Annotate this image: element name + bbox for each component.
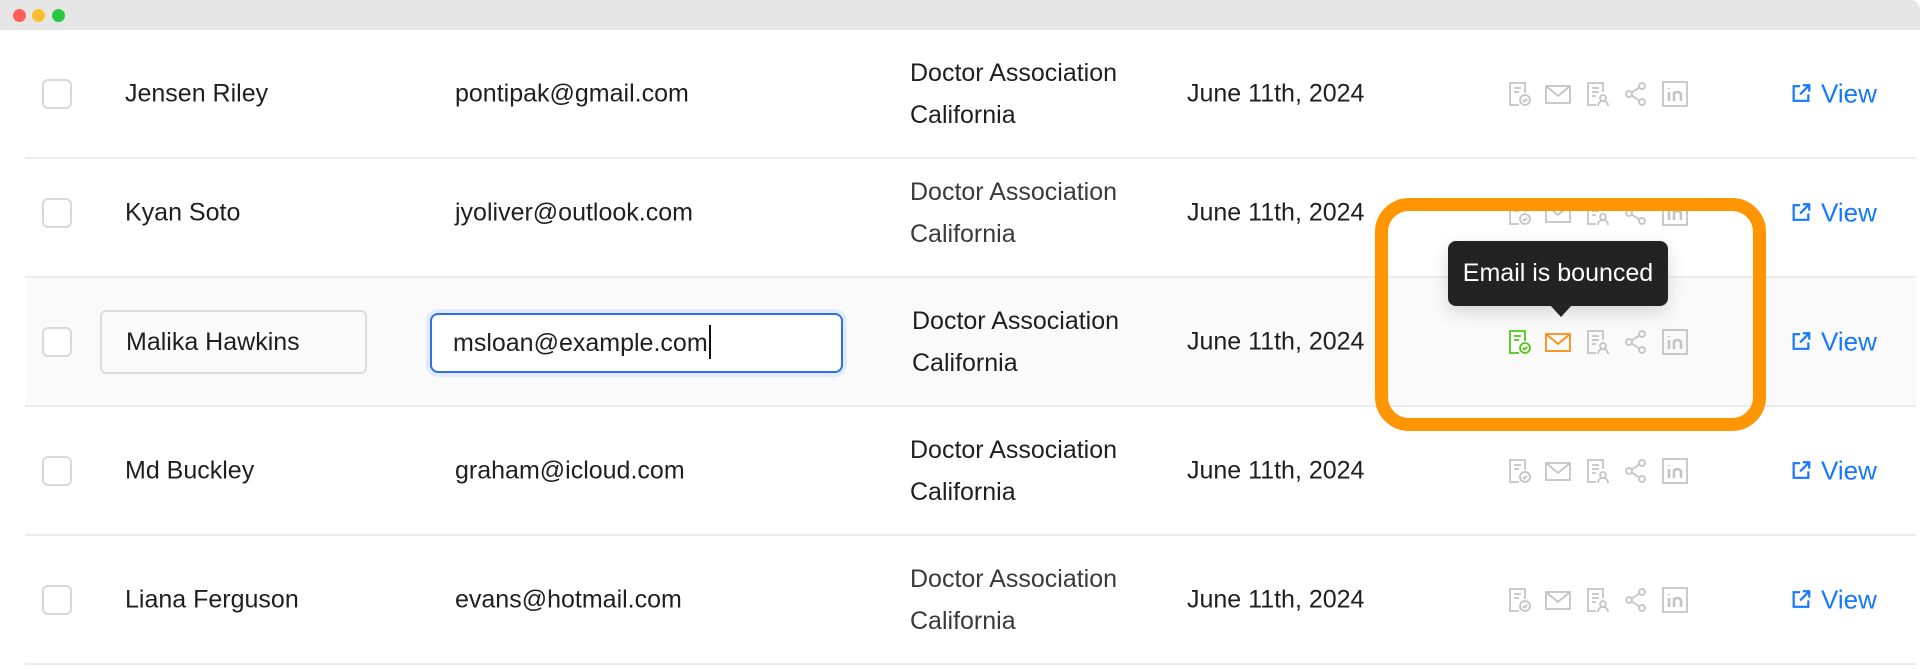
contact-date: June 11th, 2024 (1187, 327, 1365, 355)
window-titlebar (0, 0, 1920, 30)
view-link[interactable]: View (1790, 455, 1877, 486)
share-icon[interactable] (1622, 586, 1650, 614)
org-location: California (910, 100, 1016, 129)
contact-email: jyoliver@outlook.com (455, 198, 693, 226)
external-link-icon (1792, 590, 1811, 608)
mail-icon[interactable] (1544, 586, 1572, 614)
org-name: Doctor Association (910, 58, 1118, 87)
mail-icon[interactable] (1544, 80, 1572, 108)
contact-name: Liana Ferguson (125, 585, 299, 613)
share-icon[interactable] (1622, 199, 1650, 227)
linkedin-icon[interactable] (1661, 80, 1689, 108)
action-icons (1505, 199, 1700, 227)
share-icon[interactable] (1622, 328, 1650, 356)
document-check-icon[interactable] (1505, 328, 1533, 356)
contact-organization: Doctor Association California (910, 558, 1117, 642)
document-user-icon[interactable] (1583, 586, 1611, 614)
window-close-button[interactable] (13, 9, 26, 22)
table-row: Jensen Riley pontipak@gmail.com Doctor A… (25, 30, 1916, 159)
share-icon[interactable] (1622, 80, 1650, 108)
org-location: California (910, 219, 1016, 248)
contact-date: June 11th, 2024 (1187, 79, 1365, 107)
document-check-icon[interactable] (1505, 80, 1533, 108)
view-label: View (1821, 197, 1877, 227)
contact-organization: Doctor Association California (910, 52, 1117, 136)
window-minimize-button[interactable] (32, 9, 45, 22)
contact-organization: Doctor Association California (912, 300, 1119, 384)
contact-date: June 11th, 2024 (1187, 456, 1365, 484)
org-location: California (910, 477, 1016, 506)
contact-organization: Doctor Association California (910, 171, 1117, 255)
row-checkbox[interactable] (42, 455, 72, 486)
tooltip-text: Email is bounced (1462, 259, 1654, 287)
document-user-icon[interactable] (1583, 457, 1611, 485)
view-label: View (1821, 584, 1877, 614)
document-check-icon[interactable] (1505, 586, 1533, 614)
view-label: View (1821, 326, 1877, 356)
view-link[interactable]: View (1790, 584, 1877, 615)
email-input-value: msloan@example.com (453, 329, 708, 357)
linkedin-icon[interactable] (1661, 328, 1689, 356)
external-link-icon (1792, 461, 1811, 479)
email-input[interactable]: msloan@example.com (430, 313, 843, 373)
table-row: Liana Ferguson evans@hotmail.com Doctor … (25, 536, 1916, 665)
document-user-icon[interactable] (1583, 80, 1611, 108)
text-cursor (708, 325, 711, 360)
contact-date: June 11th, 2024 (1187, 585, 1365, 613)
linkedin-icon[interactable] (1661, 199, 1689, 227)
contact-organization: Doctor Association California (910, 429, 1117, 513)
name-input[interactable]: Malika Hawkins (100, 310, 367, 374)
mail-icon[interactable] (1544, 199, 1572, 227)
contact-name: Jensen Riley (125, 79, 269, 107)
row-checkbox[interactable] (42, 78, 72, 109)
external-link-icon (1792, 84, 1811, 102)
view-label: View (1821, 78, 1877, 108)
external-link-icon (1792, 203, 1811, 221)
name-input-value: Malika Hawkins (126, 328, 300, 356)
contact-name: Kyan Soto (125, 198, 241, 226)
org-name: Doctor Association (910, 564, 1118, 593)
row-checkbox[interactable] (42, 326, 72, 357)
org-location: California (912, 348, 1018, 377)
document-check-icon[interactable] (1505, 199, 1533, 227)
contact-email: evans@hotmail.com (455, 585, 682, 613)
document-check-icon[interactable] (1505, 457, 1533, 485)
share-icon[interactable] (1622, 457, 1650, 485)
row-checkbox[interactable] (42, 584, 72, 615)
action-icons (1505, 586, 1700, 614)
contact-email: pontipak@gmail.com (455, 79, 689, 107)
org-name: Doctor Association (912, 306, 1120, 335)
table-row: Md Buckley graham@icloud.com Doctor Asso… (25, 407, 1916, 536)
org-location: California (910, 606, 1016, 635)
action-icons (1505, 80, 1700, 108)
view-label: View (1821, 455, 1877, 485)
action-icons (1505, 328, 1700, 356)
org-name: Doctor Association (910, 177, 1118, 206)
email-bounced-tooltip: Email is bounced (1448, 241, 1668, 317)
window-maximize-button[interactable] (52, 9, 65, 22)
document-user-icon[interactable] (1583, 328, 1611, 356)
document-user-icon[interactable] (1583, 199, 1611, 227)
org-name: Doctor Association (910, 435, 1118, 464)
contact-date: June 11th, 2024 (1187, 198, 1365, 226)
view-link[interactable]: View (1790, 197, 1877, 228)
view-link[interactable]: View (1790, 326, 1877, 357)
contact-name: Md Buckley (125, 456, 255, 484)
row-checkbox[interactable] (42, 197, 72, 228)
linkedin-icon[interactable] (1661, 586, 1689, 614)
mail-icon[interactable] (1544, 457, 1572, 485)
action-icons (1505, 457, 1700, 485)
linkedin-icon[interactable] (1661, 457, 1689, 485)
external-link-icon (1792, 332, 1811, 350)
mail-icon[interactable] (1544, 328, 1572, 356)
view-link[interactable]: View (1790, 78, 1877, 109)
contact-email: graham@icloud.com (455, 456, 685, 484)
